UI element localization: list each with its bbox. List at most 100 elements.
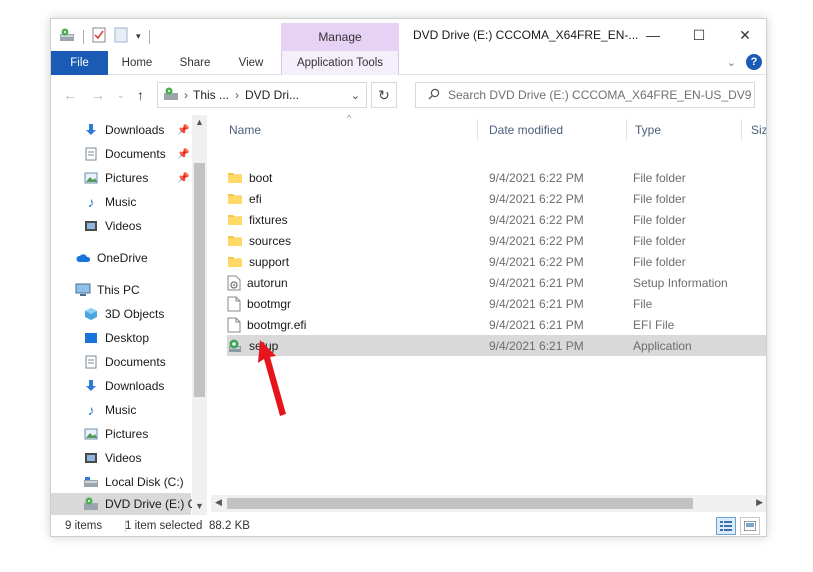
- file-type: File folder: [633, 212, 686, 227]
- nav-item-downloads-pc[interactable]: Downloads: [51, 375, 191, 397]
- customize-qat-icon[interactable]: ▾: [136, 31, 141, 42]
- nav-item-music-pc[interactable]: ♪ Music: [51, 399, 191, 421]
- close-button[interactable]: ✕: [722, 19, 766, 51]
- table-row[interactable]: bootmgr 9/4/2021 6:21 PM File: [227, 293, 766, 314]
- table-row[interactable]: efi 9/4/2021 6:22 PM File folder: [227, 188, 766, 209]
- nav-item-label: OneDrive: [97, 251, 148, 265]
- table-row-selected[interactable]: setup 9/4/2021 6:21 PM Application: [227, 335, 766, 356]
- horizontal-scrollbar[interactable]: ◀ ▶: [211, 495, 766, 512]
- nav-item-videos[interactable]: Videos: [51, 215, 191, 237]
- nav-item-pictures[interactable]: Pictures 📌: [51, 167, 191, 189]
- scroll-left-icon[interactable]: ◀: [215, 497, 222, 508]
- pin-icon[interactable]: 📌: [177, 173, 189, 184]
- nav-item-label: Local Disk (C:): [105, 475, 184, 489]
- back-arrow-icon[interactable]: ←: [63, 87, 77, 103]
- column-header-type[interactable]: Type: [635, 115, 661, 145]
- videos-icon: [83, 218, 99, 234]
- nav-item-dvd-drive[interactable]: DVD Drive (E:) C(: [51, 493, 200, 515]
- search-input[interactable]: Search DVD Drive (E:) CCCOMA_X64FRE_EN-U…: [415, 82, 755, 108]
- download-icon: [83, 122, 99, 138]
- nav-item-documents[interactable]: Documents 📌: [51, 143, 191, 165]
- column-separator[interactable]: [741, 119, 742, 141]
- properties-icon[interactable]: [92, 27, 106, 46]
- tab-application-tools[interactable]: Application Tools: [281, 51, 399, 75]
- window-title: DVD Drive (E:) CCCOMA_X64FRE_EN-...: [413, 28, 639, 42]
- nav-item-3d-objects[interactable]: 3D Objects: [51, 303, 191, 325]
- nav-scrollbar[interactable]: ▲ ▼: [192, 115, 207, 515]
- minimize-button[interactable]: —: [630, 19, 676, 51]
- nav-item-label: Downloads: [105, 123, 165, 137]
- large-icons-view-button[interactable]: [740, 517, 760, 535]
- scroll-right-icon[interactable]: ▶: [756, 497, 763, 508]
- documents-icon: [83, 354, 99, 370]
- column-header-date[interactable]: Date modified: [489, 115, 563, 145]
- nav-item-videos-pc[interactable]: Videos: [51, 447, 191, 469]
- qat-separator: [83, 29, 84, 44]
- breadcrumb-this-pc[interactable]: This ...: [193, 88, 229, 102]
- nav-item-label: Pictures: [105, 171, 149, 185]
- horizontal-scroll-thumb[interactable]: [227, 498, 693, 509]
- file-name: boot: [249, 170, 273, 185]
- nav-scroll-thumb[interactable]: [194, 163, 205, 397]
- chevron-down-icon[interactable]: ⌄: [727, 56, 736, 69]
- refresh-button[interactable]: ↻: [371, 82, 397, 108]
- breadcrumb-separator-icon: ›: [235, 88, 240, 102]
- nav-item-downloads[interactable]: Downloads 📌: [51, 119, 191, 141]
- manage-contextual-tab[interactable]: Manage: [281, 23, 399, 51]
- column-header-name[interactable]: Name: [229, 115, 261, 145]
- tab-share[interactable]: Share: [169, 51, 221, 75]
- forward-arrow-icon[interactable]: →: [91, 87, 105, 103]
- tab-file[interactable]: File: [51, 51, 108, 75]
- nav-item-documents-pc[interactable]: Documents: [51, 351, 191, 373]
- pin-icon[interactable]: 📌: [177, 125, 189, 136]
- details-view-button[interactable]: [716, 517, 736, 535]
- file-name-cell: fixtures: [227, 209, 288, 230]
- table-row[interactable]: support 9/4/2021 6:22 PM File folder: [227, 251, 766, 272]
- dvd-drive-icon: [163, 87, 179, 104]
- status-item-count: 9 items: [65, 520, 103, 532]
- tab-home[interactable]: Home: [111, 51, 163, 75]
- nav-item-label: This PC: [97, 283, 140, 297]
- maximize-button[interactable]: ☐: [676, 19, 722, 51]
- nav-item-label: Documents: [105, 147, 166, 161]
- column-separator[interactable]: [477, 119, 478, 141]
- file-list: ^ Name Date modified Type Siz boot 9/4/2…: [221, 115, 766, 515]
- table-row[interactable]: boot 9/4/2021 6:22 PM File folder: [227, 167, 766, 188]
- file-name-cell: boot: [227, 167, 272, 188]
- nav-item-label: Videos: [105, 219, 142, 233]
- nav-item-music[interactable]: ♪ Music: [51, 191, 191, 213]
- window-controls: — ☐ ✕: [630, 19, 766, 51]
- column-header-size[interactable]: Siz: [751, 115, 766, 145]
- column-separator[interactable]: [626, 119, 627, 141]
- table-row[interactable]: autorun 9/4/2021 6:21 PM Setup Informati…: [227, 272, 766, 293]
- address-dropdown-icon[interactable]: ⌄: [351, 89, 360, 102]
- nav-item-this-pc[interactable]: This PC: [51, 279, 191, 301]
- setup-info-icon: [227, 275, 241, 291]
- nav-item-onedrive[interactable]: OneDrive: [51, 247, 191, 269]
- search-icon: [428, 88, 440, 103]
- new-folder-icon[interactable]: [114, 27, 128, 46]
- table-row[interactable]: bootmgr.efi 9/4/2021 6:21 PM EFI File: [227, 314, 766, 335]
- file-date: 9/4/2021 6:22 PM: [489, 170, 584, 185]
- table-row[interactable]: sources 9/4/2021 6:22 PM File folder: [227, 230, 766, 251]
- music-icon: ♪: [87, 194, 95, 210]
- file-type: File folder: [633, 170, 686, 185]
- recent-locations-icon[interactable]: ⌄: [117, 90, 125, 101]
- large-icons-view-icon: [744, 521, 756, 531]
- table-row[interactable]: fixtures 9/4/2021 6:22 PM File folder: [227, 209, 766, 230]
- pin-icon[interactable]: 📌: [177, 149, 189, 160]
- scroll-down-icon[interactable]: ▼: [195, 501, 204, 511]
- breadcrumb-dvd-drive[interactable]: DVD Dri...: [245, 88, 299, 102]
- nav-item-local-disk[interactable]: Local Disk (C:): [51, 471, 191, 493]
- tab-view[interactable]: View: [227, 51, 275, 75]
- help-button[interactable]: ?: [746, 54, 762, 70]
- file-name: bootmgr.efi: [247, 317, 307, 332]
- nav-item-desktop[interactable]: Desktop: [51, 327, 191, 349]
- scroll-up-icon[interactable]: ▲: [195, 117, 204, 127]
- up-arrow-icon[interactable]: ↑: [137, 87, 144, 103]
- address-bar[interactable]: › This ... › DVD Dri... ⌄: [157, 82, 367, 108]
- file-date: 9/4/2021 6:21 PM: [489, 338, 584, 353]
- nav-item-label: DVD Drive (E:) C(: [105, 497, 201, 511]
- file-name: fixtures: [249, 212, 288, 227]
- nav-item-pictures-pc[interactable]: Pictures: [51, 423, 191, 445]
